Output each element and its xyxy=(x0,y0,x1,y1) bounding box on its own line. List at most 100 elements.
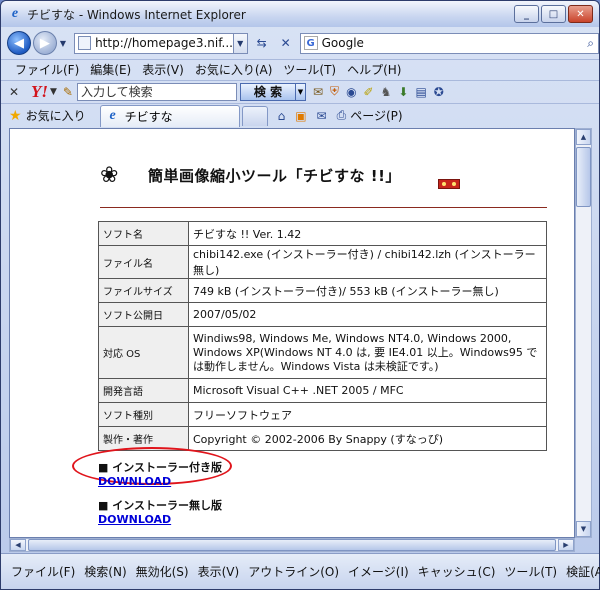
window-controls: _ □ ✕ xyxy=(514,5,593,23)
horizontal-scroll-thumb[interactable] xyxy=(28,539,556,551)
arrow-left-icon: ◀ xyxy=(13,35,24,51)
scroll-up-icon[interactable]: ▲ xyxy=(576,129,591,145)
bottom-validate[interactable]: 検証(A) xyxy=(566,563,600,580)
download-title: ■ インストーラー付き版 xyxy=(98,461,223,474)
menu-help[interactable]: ヘルプ(H) xyxy=(347,61,401,78)
download-installer-link[interactable]: DOWNLOAD xyxy=(98,475,222,488)
bottom-cache[interactable]: キャッシュ(C) xyxy=(418,563,496,580)
forward-button[interactable]: ▶ xyxy=(32,31,57,55)
paw-prints-icon: ❀ xyxy=(100,163,119,188)
tab-bar: ★ お気に入り e チビすな ⌂ ▣ ✉ ⎙ ページ(P) xyxy=(1,103,599,127)
browser-window: e チビすな - Windows Internet Explorer _ □ ✕… xyxy=(0,0,600,590)
header-divider xyxy=(100,207,547,208)
row-value: Copyright © 2002-2006 By Snappy (すなっぴ) xyxy=(188,426,547,451)
refresh-icon[interactable]: ⇆ xyxy=(252,33,272,54)
highlighter-icon[interactable]: ✐ xyxy=(364,85,374,99)
table-row: ソフト公開日 2007/05/02 xyxy=(98,302,547,327)
row-value: Microsoft Visual C++ .NET 2005 / MFC xyxy=(188,378,547,403)
yahoo-logo[interactable]: Y! xyxy=(31,82,48,102)
table-row: ファイルサイズ 749 kB (インストーラー付き)/ 553 kB (インスト… xyxy=(98,278,547,303)
bottom-view[interactable]: 表示(V) xyxy=(198,563,240,580)
book-icon[interactable]: ▤ xyxy=(415,85,426,99)
mail-read-icon[interactable]: ✉ xyxy=(317,109,327,123)
search-go-icon[interactable]: ⌕ xyxy=(587,36,594,51)
mail-icon[interactable]: ✉ xyxy=(313,85,323,99)
address-dropdown-icon[interactable]: ▼ xyxy=(233,32,248,54)
menu-file[interactable]: ファイル(F) xyxy=(15,61,79,78)
row-label: 開発言語 xyxy=(98,378,189,403)
row-label: ソフト公開日 xyxy=(98,302,189,327)
favorites-star-icon[interactable]: ★ xyxy=(9,108,22,124)
vertical-scroll-thumb[interactable] xyxy=(576,147,591,207)
page-content: ❀ 簡単画像縮小ツール「チビすな !!」 ソフト名 チビすな !! Ver. 1… xyxy=(9,128,575,538)
bottom-disable[interactable]: 無効化(S) xyxy=(136,563,189,580)
tab-chibisuna[interactable]: e チビすな xyxy=(99,104,240,127)
arrow-right-icon: ▶ xyxy=(39,35,50,51)
search-engine-label: Google xyxy=(321,36,364,50)
menu-bar: ファイル(F) 編集(E) 表示(V) お気に入り(A) ツール(T) ヘルプ(… xyxy=(1,59,599,79)
page-menu-button[interactable]: ページ(P) xyxy=(350,107,402,124)
yahoo-search-input[interactable]: 入力して検索 xyxy=(76,82,237,101)
menu-edit[interactable]: 編集(E) xyxy=(90,61,131,78)
yahoo-menu-dropdown-icon[interactable]: ▼ xyxy=(50,87,57,97)
maximize-button[interactable]: □ xyxy=(541,5,566,23)
vertical-scrollbar[interactable]: ▲ ▼ xyxy=(575,128,592,538)
pencil-icon[interactable]: ✎ xyxy=(63,85,73,99)
bottom-outline[interactable]: アウトライン(O) xyxy=(248,563,339,580)
horizontal-scrollbar[interactable]: ◀ ▶ xyxy=(9,538,575,552)
page-title: 簡単画像縮小ツール「チビすな !!」 xyxy=(148,167,401,185)
tab-label: チビすな xyxy=(124,109,173,124)
bottom-image[interactable]: イメージ(I) xyxy=(348,563,409,580)
scroll-left-icon[interactable]: ◀ xyxy=(10,539,26,551)
row-value: チビすな !! Ver. 1.42 xyxy=(188,221,547,246)
download-noinstaller-section: ■ インストーラー無し版 DOWNLOAD xyxy=(98,497,222,526)
row-value: Windiws98, Windows Me, Windows NT4.0, Wi… xyxy=(188,326,547,379)
toolbar-close-icon[interactable]: ✕ xyxy=(9,85,23,99)
window-title: チビすな - Windows Internet Explorer xyxy=(27,7,246,22)
back-button[interactable]: ◀ xyxy=(7,31,31,55)
table-row: 開発言語 Microsoft Visual C++ .NET 2005 / MF… xyxy=(98,378,547,403)
yahoo-search-button[interactable]: 検 索 xyxy=(239,82,296,101)
google-icon: G xyxy=(303,36,318,50)
table-row: 対応 OS Windiws98, Windows Me, Windows NT4… xyxy=(98,326,547,379)
row-value: 2007/05/02 xyxy=(188,302,547,327)
bottom-toolbar: ファイル(F) 検索(N) 無効化(S) 表示(V) アウトライン(O) イメー… xyxy=(1,553,600,589)
menu-tools[interactable]: ツール(T) xyxy=(283,61,336,78)
print-icon[interactable]: ⎙ xyxy=(337,108,347,123)
row-value: フリーソフトウェア xyxy=(188,402,547,427)
search-input[interactable]: G Google ⌕ xyxy=(299,32,599,54)
row-value: 749 kB (インストーラー付き)/ 553 kB (インストーラー無し) xyxy=(188,278,547,303)
shield-icon[interactable]: ⛨ xyxy=(330,84,339,99)
stop-icon[interactable]: ✕ xyxy=(276,33,296,54)
download-noinstaller-link[interactable]: DOWNLOAD xyxy=(98,513,222,526)
bottom-file[interactable]: ファイル(F) xyxy=(11,563,75,580)
new-tab-button[interactable] xyxy=(241,105,268,126)
version-badge-icon xyxy=(438,179,460,189)
menu-view[interactable]: 表示(V) xyxy=(142,61,184,78)
row-value: chibi142.exe (インストーラー付き) / chibi142.lzh … xyxy=(188,245,547,279)
title-bar[interactable]: e チビすな - Windows Internet Explorer _ □ ✕ xyxy=(1,1,599,27)
bottom-search[interactable]: 検索(N) xyxy=(84,563,126,580)
bottom-tools[interactable]: ツール(T) xyxy=(504,563,557,580)
scroll-right-icon[interactable]: ▶ xyxy=(558,539,574,551)
address-input[interactable]: http://homepage3.nif... xyxy=(74,32,234,54)
table-row: ソフト種別 フリーソフトウェア xyxy=(98,402,547,427)
menu-favorites[interactable]: お気に入り(A) xyxy=(195,61,273,78)
messenger-icon[interactable]: ◉ xyxy=(346,85,356,99)
game-icon[interactable]: ♞ xyxy=(381,85,392,99)
rss-feed-icon[interactable]: ▣ xyxy=(295,109,306,123)
favorites-button[interactable]: お気に入り xyxy=(26,107,86,124)
history-dropdown-icon[interactable]: ▼ xyxy=(60,39,66,48)
software-info-table: ソフト名 チビすな !! Ver. 1.42 ファイル名 chibi142.ex… xyxy=(98,221,547,451)
bookmark-icon[interactable]: ⬇ xyxy=(398,85,408,99)
row-label: ソフト種別 xyxy=(98,402,189,427)
settings-icon[interactable]: ✪ xyxy=(434,85,444,99)
close-button[interactable]: ✕ xyxy=(568,5,593,23)
row-label: ファイル名 xyxy=(98,245,189,279)
minimize-button[interactable]: _ xyxy=(514,5,539,23)
row-label: 対応 OS xyxy=(98,326,189,379)
yahoo-search-dropdown-icon[interactable]: ▼ xyxy=(295,82,306,101)
home-icon[interactable]: ⌂ xyxy=(278,109,286,123)
scroll-down-icon[interactable]: ▼ xyxy=(576,521,591,537)
table-row: ソフト名 チビすな !! Ver. 1.42 xyxy=(98,221,547,246)
